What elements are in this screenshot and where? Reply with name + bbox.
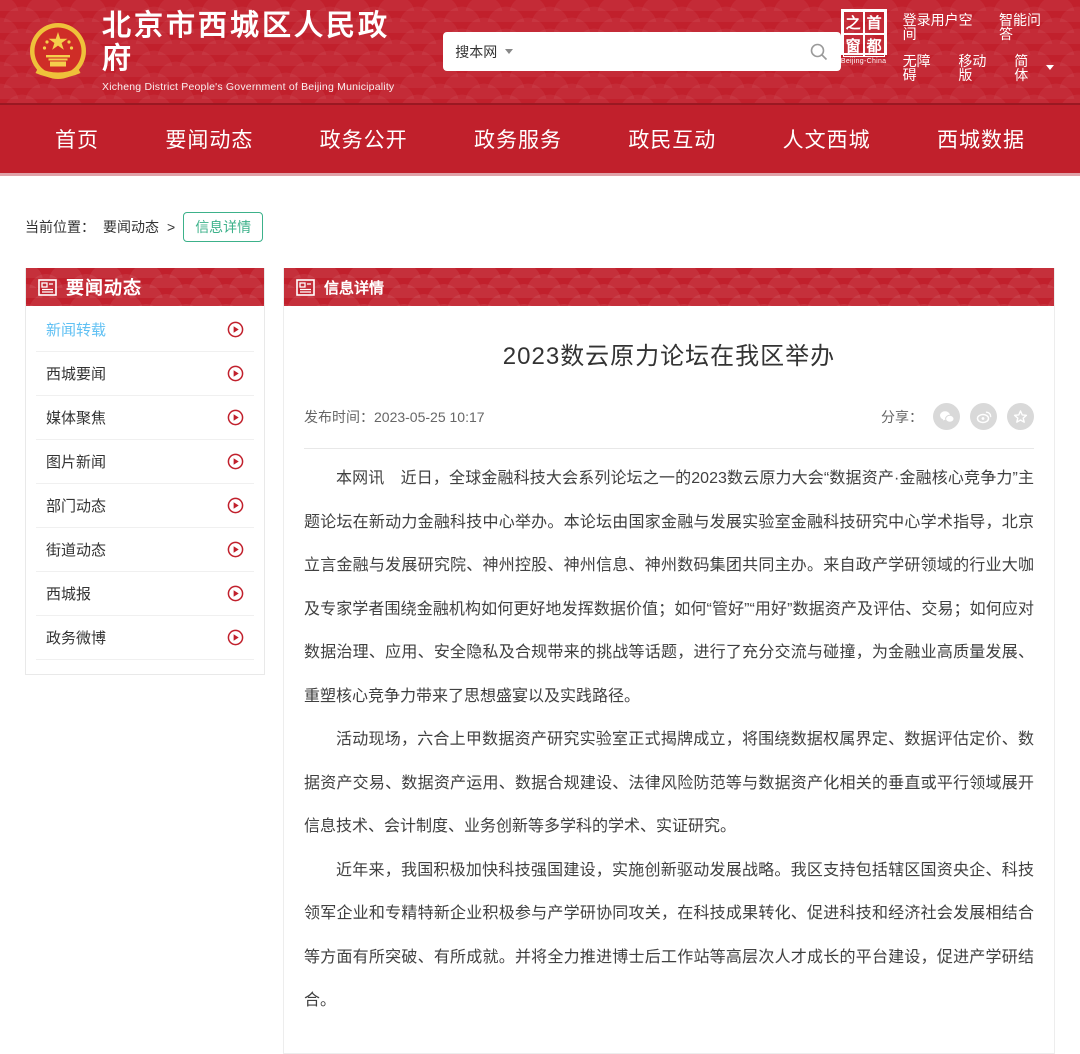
- site-header: 北京市西城区人民政府 Xicheng District People's Gov…: [0, 0, 1080, 105]
- nav-item-culture[interactable]: 人文西城: [783, 124, 871, 154]
- capital-window-logo[interactable]: 之 首 窗 都 Beijing-China: [841, 9, 887, 65]
- article-paragraph: 活动现场，六合上甲数据资产研究实验室正式揭牌成立，将围绕数据权属界定、数据评估定…: [304, 718, 1034, 849]
- stamp-char: 都: [864, 34, 885, 57]
- breadcrumb-separator: >: [167, 219, 175, 235]
- article-title: 2023数云原力论坛在我区举办: [304, 336, 1034, 371]
- sidebar-item-media-focus[interactable]: 媒体聚焦: [36, 396, 254, 440]
- nav-item-data[interactable]: 西城数据: [937, 124, 1025, 154]
- sidebar-item-gov-weibo[interactable]: 政务微博: [36, 616, 254, 660]
- smart-qa-link[interactable]: 智能问答: [999, 13, 1054, 41]
- login-user-space-link[interactable]: 登录用户空间: [903, 13, 985, 41]
- play-circle-icon: [227, 321, 244, 338]
- article-paragraph: 本网讯 近日，全球金融科技大会系列论坛之一的2023数云原力大会“数据资产·金融…: [304, 457, 1034, 718]
- nav-item-home[interactable]: 首页: [55, 124, 99, 154]
- sidebar-list: 新闻转载 西城要闻 媒体聚焦 图片新闻 部门动态: [26, 306, 264, 674]
- weibo-share-icon[interactable]: [970, 403, 997, 430]
- article-paragraph: 近年来，我国积极加快科技强国建设，实施创新驱动发展战略。我区支持包括辖区国资央企…: [304, 849, 1034, 1023]
- newspaper-icon: [296, 279, 315, 296]
- play-circle-icon: [227, 629, 244, 646]
- play-circle-icon: [227, 585, 244, 602]
- article-panel-title: 信息详情: [324, 277, 384, 298]
- play-circle-icon: [227, 453, 244, 470]
- site-search: 搜本网: [443, 32, 840, 71]
- sidebar-header: 要闻动态: [26, 268, 264, 306]
- sidebar-item-department-updates[interactable]: 部门动态: [36, 484, 254, 528]
- breadcrumb: 当前位置： 要闻动态 > 信息详情: [25, 212, 1055, 242]
- nav-item-gov-openness[interactable]: 政务公开: [320, 124, 408, 154]
- article-panel: 信息详情 2023数云原力论坛在我区举办 发布时间：2023-05-25 10:…: [283, 268, 1055, 1054]
- chevron-down-icon: [1046, 65, 1054, 70]
- breadcrumb-parent-link[interactable]: 要闻动态: [103, 217, 159, 237]
- play-circle-icon: [227, 497, 244, 514]
- play-circle-icon: [227, 409, 244, 426]
- nav-item-gov-services[interactable]: 政务服务: [474, 124, 562, 154]
- site-title: 北京市西城区人民政府: [102, 10, 417, 77]
- national-emblem-logo: [26, 20, 90, 84]
- stamp-char: 窗: [843, 34, 864, 57]
- nav-item-interaction[interactable]: 政民互动: [628, 124, 716, 154]
- article-body: 本网讯 近日，全球金融科技大会系列论坛之一的2023数云原力大会“数据资产·金融…: [304, 457, 1034, 1023]
- search-scope-label: 搜本网: [455, 42, 497, 62]
- search-scope-select[interactable]: 搜本网: [455, 42, 513, 62]
- play-circle-icon: [227, 365, 244, 382]
- news-sidebar: 要闻动态 新闻转载 西城要闻 媒体聚焦 图片新闻: [25, 268, 265, 675]
- accessibility-link[interactable]: 无障碍: [903, 54, 945, 82]
- sidebar-item-photo-news[interactable]: 图片新闻: [36, 440, 254, 484]
- breadcrumb-current-badge: 信息详情: [183, 212, 263, 242]
- play-circle-icon: [227, 541, 244, 558]
- main-navigation: 首页 要闻动态 政务公开 政务服务 政民互动 人文西城 西城数据: [0, 105, 1080, 176]
- stamp-char: 之: [843, 11, 864, 34]
- sidebar-item-news-repost[interactable]: 新闻转载: [36, 308, 254, 352]
- mobile-version-link[interactable]: 移动版: [958, 54, 1000, 82]
- search-input[interactable]: [521, 37, 800, 67]
- site-subtitle: Xicheng District People's Government of …: [102, 81, 417, 93]
- article-panel-header: 信息详情: [284, 268, 1054, 306]
- sidebar-item-xicheng-news[interactable]: 西城要闻: [36, 352, 254, 396]
- search-icon[interactable]: [809, 42, 829, 62]
- stamp-caption: Beijing-China: [841, 58, 887, 65]
- chevron-down-icon: [505, 49, 513, 54]
- share-label: 分享：: [881, 407, 923, 427]
- favorite-share-icon[interactable]: [1007, 403, 1034, 430]
- publish-time: 发布时间：2023-05-25 10:17: [304, 407, 485, 427]
- simplified-chinese-select[interactable]: 简体: [1014, 54, 1054, 82]
- newspaper-icon: [38, 279, 57, 296]
- sidebar-title: 要闻动态: [66, 274, 142, 300]
- meta-divider: [304, 448, 1034, 449]
- sidebar-item-street-updates[interactable]: 街道动态: [36, 528, 254, 572]
- stamp-char: 首: [864, 11, 885, 34]
- sidebar-item-xicheng-daily[interactable]: 西城报: [36, 572, 254, 616]
- nav-item-news[interactable]: 要闻动态: [165, 124, 253, 154]
- breadcrumb-prefix: 当前位置：: [25, 217, 95, 237]
- site-brand[interactable]: 北京市西城区人民政府 Xicheng District People's Gov…: [26, 10, 417, 94]
- wechat-share-icon[interactable]: [933, 403, 960, 430]
